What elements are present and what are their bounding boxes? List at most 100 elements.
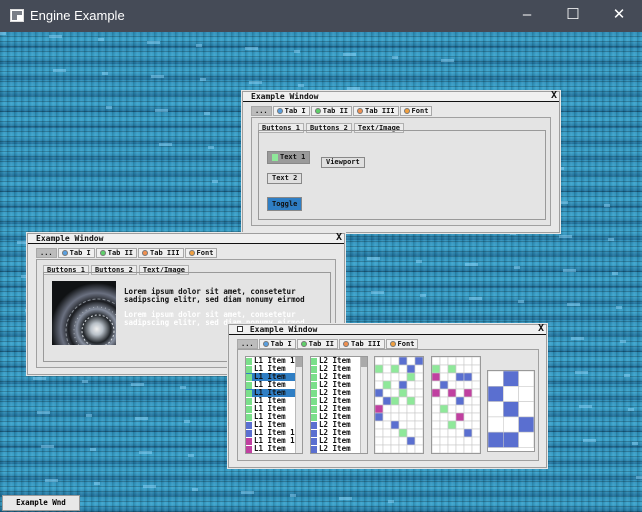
- grid-cell[interactable]: [447, 372, 457, 382]
- tab-2[interactable]: Tab II: [310, 106, 353, 116]
- grid-cell[interactable]: [447, 396, 457, 406]
- grid-cell[interactable]: [439, 420, 449, 430]
- grid-cell[interactable]: [390, 380, 400, 390]
- grid-cell[interactable]: [398, 436, 408, 446]
- grid-cell[interactable]: [503, 431, 519, 448]
- grid-cell[interactable]: [390, 404, 400, 414]
- tab-3[interactable]: Tab III: [339, 339, 385, 349]
- tab-1[interactable]: Tab I: [272, 106, 310, 116]
- grid-cell[interactable]: [390, 420, 400, 430]
- grid-cell[interactable]: [374, 356, 384, 366]
- grid-cell[interactable]: [471, 372, 481, 382]
- grid-cell[interactable]: [390, 364, 400, 374]
- grid-cell[interactable]: [518, 370, 535, 387]
- grid-cell[interactable]: [406, 436, 416, 446]
- grid-cell[interactable]: [390, 412, 400, 422]
- close-icon[interactable]: ✕: [596, 0, 642, 32]
- grid-cell[interactable]: [382, 372, 392, 382]
- grid-cell[interactable]: [439, 364, 449, 374]
- grid-cell[interactable]: [414, 428, 424, 438]
- grid-cell[interactable]: [463, 388, 473, 398]
- tab-1[interactable]: Tab I: [258, 339, 296, 349]
- grid-cell[interactable]: [463, 428, 473, 438]
- tab-2[interactable]: Tab II: [296, 339, 339, 349]
- grid-cell[interactable]: [374, 372, 384, 382]
- tab-3[interactable]: Tab III: [353, 106, 399, 116]
- grid-cell[interactable]: [414, 412, 424, 422]
- grid-cell[interactable]: [431, 356, 441, 366]
- grid-cell[interactable]: [471, 420, 481, 430]
- grid-cell[interactable]: [398, 388, 408, 398]
- grid-cell[interactable]: [431, 436, 441, 446]
- grid-cell[interactable]: [390, 444, 400, 454]
- grid-cell[interactable]: [374, 364, 384, 374]
- grid-cell[interactable]: [463, 396, 473, 406]
- scrollbar[interactable]: [360, 357, 367, 453]
- grid-cell[interactable]: [390, 388, 400, 398]
- grid-cell[interactable]: [447, 444, 457, 454]
- grid-cell[interactable]: [447, 428, 457, 438]
- grid-cell[interactable]: [447, 388, 457, 398]
- grid-cell[interactable]: [382, 428, 392, 438]
- close-icon[interactable]: X: [538, 324, 544, 334]
- grid-cell[interactable]: [431, 404, 441, 414]
- grid-cell[interactable]: [471, 380, 481, 390]
- grid-cell[interactable]: [447, 412, 457, 422]
- grid-cell[interactable]: [471, 388, 481, 398]
- grid-cell[interactable]: [374, 380, 384, 390]
- tab-more[interactable]: ...: [36, 248, 57, 258]
- grid-cell[interactable]: [382, 404, 392, 414]
- grid-cell[interactable]: [398, 428, 408, 438]
- grid-cell[interactable]: [406, 356, 416, 366]
- grid-cell[interactable]: [447, 356, 457, 366]
- grid-cell[interactable]: [455, 356, 465, 366]
- grid-cell[interactable]: [390, 372, 400, 382]
- scrollbar-thumb[interactable]: [361, 357, 367, 367]
- grid-cell[interactable]: [431, 396, 441, 406]
- grid-cell[interactable]: [487, 401, 504, 418]
- grid-cell[interactable]: [503, 416, 519, 433]
- grid-cell[interactable]: [382, 380, 392, 390]
- grid-cell[interactable]: [471, 396, 481, 406]
- grid-cell[interactable]: [406, 364, 416, 374]
- list-item[interactable]: L2 Item: [311, 445, 367, 453]
- grid-cell[interactable]: [406, 380, 416, 390]
- grid-cell[interactable]: [390, 436, 400, 446]
- tab-2[interactable]: Tab II: [95, 248, 138, 258]
- grid-cell[interactable]: [439, 388, 449, 398]
- grid-cell[interactable]: [406, 412, 416, 422]
- grid-cell[interactable]: [518, 401, 535, 418]
- grid-cell[interactable]: [382, 444, 392, 454]
- grid-cell[interactable]: [406, 372, 416, 382]
- grid-cell[interactable]: [447, 380, 457, 390]
- grid-cell[interactable]: [463, 420, 473, 430]
- grid-cell[interactable]: [414, 364, 424, 374]
- color-grid-1[interactable]: [374, 356, 424, 454]
- grid-cell[interactable]: [382, 396, 392, 406]
- grid-cell[interactable]: [374, 396, 384, 406]
- grid-cell[interactable]: [398, 444, 408, 454]
- grid-cell[interactable]: [471, 404, 481, 414]
- tab-font[interactable]: Font: [184, 248, 218, 258]
- grid-cell[interactable]: [398, 380, 408, 390]
- grid-cell[interactable]: [374, 412, 384, 422]
- grid-cell[interactable]: [518, 386, 535, 402]
- grid-cell[interactable]: [455, 364, 465, 374]
- text-2-button[interactable]: Text 2: [267, 173, 303, 184]
- grid-cell[interactable]: [414, 380, 424, 390]
- grid-cell[interactable]: [503, 401, 519, 418]
- grid-cell[interactable]: [414, 356, 424, 366]
- tab-more[interactable]: ...: [237, 339, 258, 349]
- grid-cell[interactable]: [503, 370, 519, 387]
- tab-1[interactable]: Tab I: [57, 248, 95, 258]
- grid-cell[interactable]: [439, 436, 449, 446]
- maximize-icon[interactable]: ☐: [550, 0, 596, 32]
- grid-cell[interactable]: [374, 436, 384, 446]
- list-item[interactable]: L1 Item: [246, 445, 302, 453]
- grid-cell[interactable]: [439, 396, 449, 406]
- grid-cell[interactable]: [398, 396, 408, 406]
- grid-cell[interactable]: [455, 420, 465, 430]
- grid-cell[interactable]: [398, 412, 408, 422]
- grid-cell[interactable]: [455, 396, 465, 406]
- grid-cell[interactable]: [414, 436, 424, 446]
